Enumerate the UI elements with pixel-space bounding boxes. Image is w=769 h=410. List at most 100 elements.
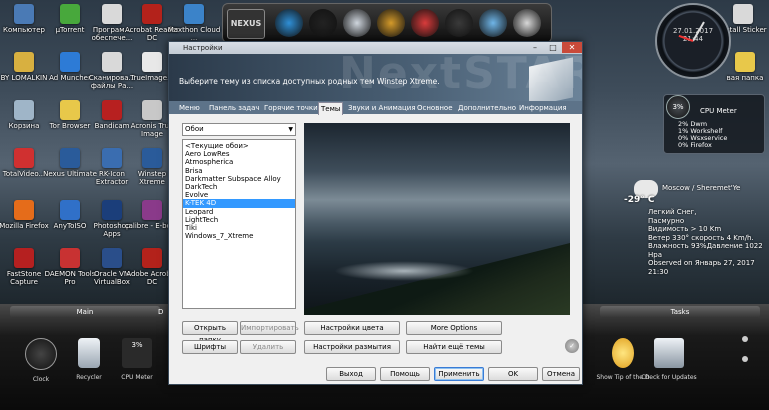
app-icon bbox=[142, 52, 162, 72]
exit-button[interactable]: Выход bbox=[326, 367, 376, 381]
dock-item-check-updates[interactable]: Check for Updates bbox=[640, 338, 698, 381]
apply-button[interactable]: Применить bbox=[434, 367, 484, 381]
app-icon bbox=[60, 4, 80, 24]
weather-line: Пасмурно bbox=[648, 216, 685, 225]
dock-tab-d[interactable]: D bbox=[158, 306, 163, 318]
dock-tab-main[interactable]: Main bbox=[10, 306, 160, 318]
more-options-button[interactable]: More Options bbox=[406, 321, 502, 335]
dock-scroll-dot[interactable] bbox=[742, 356, 748, 362]
maximize-button[interactable]: □ bbox=[544, 42, 562, 53]
theme-list-item[interactable]: Windows_7_Xtreme bbox=[183, 232, 295, 240]
tab-sounds-animation[interactable]: Звуки и Анимация bbox=[346, 102, 418, 114]
chevron-down-icon: ▼ bbox=[288, 126, 293, 133]
fonts-button[interactable]: Шрифты bbox=[182, 340, 238, 354]
tab-menu[interactable]: Меню bbox=[177, 102, 202, 114]
import-button[interactable]: Импортировать bbox=[240, 321, 299, 335]
app-icon bbox=[14, 148, 34, 168]
theme-list-item[interactable]: K-TEK 4D bbox=[183, 199, 295, 208]
desktop-icon-label: TotalVideo... bbox=[2, 170, 46, 178]
weather-temp: -29° C bbox=[624, 195, 655, 205]
theme-list-item[interactable]: Darkmatter Subspace Alloy bbox=[183, 175, 295, 183]
theme-list-item[interactable]: Leopard bbox=[183, 208, 295, 216]
app-icon bbox=[60, 100, 80, 120]
desktop-icon[interactable]: Maxthon Cloud ... bbox=[166, 4, 222, 42]
desktop-icon-label: Корзина bbox=[8, 122, 40, 130]
delete-button[interactable]: Удалить bbox=[240, 340, 296, 354]
weather-details: Легкий Снег, Пасмурно Видимость > 10 Km … bbox=[648, 208, 764, 276]
desktop-icon-label: Maxthon Cloud ... bbox=[167, 26, 221, 42]
close-button[interactable]: ✕ bbox=[562, 42, 582, 53]
theme-list[interactable]: <Текущие обои> Aero LowRes Atmospherica Bri… bbox=[182, 139, 296, 309]
lightbulb-icon bbox=[612, 338, 634, 368]
gear-dock-icon[interactable] bbox=[377, 9, 405, 37]
dock-tab-tasks[interactable]: Tasks bbox=[600, 306, 760, 318]
ok-button[interactable]: OK bbox=[488, 367, 538, 381]
app-icon bbox=[102, 148, 122, 168]
install-sticker-icon bbox=[733, 4, 753, 24]
color-settings-button[interactable]: Настройки цвета bbox=[304, 321, 400, 335]
theme-list-item[interactable]: Evolve bbox=[183, 191, 295, 199]
clock-widget[interactable]: 27.01.2017 21:44 bbox=[655, 3, 731, 79]
open-folder-button[interactable]: Открыть папку bbox=[182, 321, 238, 344]
dock-item-cpu-meter[interactable]: 3% CPU Meter bbox=[108, 338, 166, 381]
desktop-icon-label: BY LOMALKIN bbox=[0, 74, 48, 82]
tab-hot-corners[interactable]: Горячие точки bbox=[262, 102, 320, 114]
tab-info[interactable]: Информация bbox=[517, 102, 569, 114]
app-icon bbox=[102, 4, 122, 24]
theme-list-item[interactable]: Atmospherica bbox=[183, 158, 295, 166]
app-icon bbox=[184, 4, 204, 24]
app-icon bbox=[60, 148, 80, 168]
camera-dock-icon[interactable] bbox=[445, 9, 473, 37]
weather-location: Moscow / Sheremet'Ye bbox=[662, 184, 741, 192]
desktop-icon-label: Компьютер bbox=[3, 26, 45, 34]
tab-advanced[interactable]: Дополнительно bbox=[456, 102, 518, 114]
theme-list-item[interactable]: LightTech bbox=[183, 216, 295, 224]
app-icon bbox=[60, 248, 80, 268]
clock-icon bbox=[25, 338, 57, 370]
mail-dock-icon[interactable] bbox=[411, 9, 439, 37]
theme-list-item[interactable]: Tiki bbox=[183, 224, 295, 232]
dock-scroll-dot[interactable] bbox=[742, 336, 748, 342]
cpu-process: 0% Firefox bbox=[678, 141, 712, 149]
recycle-bin-icon[interactable] bbox=[343, 9, 371, 37]
theme-list-item[interactable]: DarkTech bbox=[183, 183, 295, 191]
winstep-logo-icon bbox=[529, 57, 573, 107]
shutdown-icon[interactable] bbox=[513, 9, 541, 37]
app-icon bbox=[142, 248, 162, 268]
cpu-badge: 3% bbox=[666, 95, 690, 119]
app-icon bbox=[60, 200, 80, 220]
app-icon bbox=[14, 200, 34, 220]
app-icon bbox=[14, 4, 34, 24]
clock-dock-icon[interactable] bbox=[309, 9, 337, 37]
tab-general[interactable]: Основное bbox=[415, 102, 455, 114]
checkmark-icon[interactable]: ✓ bbox=[565, 339, 579, 353]
app-icon bbox=[142, 100, 162, 120]
desktop-icon-label: FastStone Capture bbox=[6, 270, 42, 286]
app-icon bbox=[142, 200, 162, 220]
vista-orb-icon[interactable] bbox=[479, 9, 507, 37]
minimize-button[interactable]: – bbox=[526, 42, 544, 53]
cancel-button[interactable]: Отмена bbox=[542, 367, 580, 381]
theme-list-item[interactable]: <Текущие обои> bbox=[183, 142, 295, 150]
settings-dialog: Настройки – □ ✕ NextSTART Выберите тему … bbox=[168, 41, 583, 385]
help-button[interactable]: Помощь bbox=[380, 367, 430, 381]
theme-list-item[interactable]: Brisa bbox=[183, 167, 295, 175]
tab-taskbar[interactable]: Панель задач bbox=[207, 102, 262, 114]
top-dock: NEXUS bbox=[222, 3, 552, 43]
weather-widget[interactable]: Moscow / Sheremet'Ye -29° C Легкий Снег,… bbox=[618, 178, 764, 284]
dialog-banner: NextSTART Выберите тему из списка доступ… bbox=[169, 54, 582, 108]
tab-bar: Меню Панель задач Горячие точки Темы Зву… bbox=[169, 101, 582, 115]
blur-settings-button[interactable]: Настройки размытия bbox=[304, 340, 400, 354]
weather-line: Observed on Январь 27, 2017 21:30 bbox=[648, 259, 755, 276]
theme-list-item[interactable]: Aero LowRes bbox=[183, 150, 295, 158]
nexus-logo-icon[interactable]: NEXUS bbox=[227, 9, 265, 39]
find-more-themes-button[interactable]: Найти ещё темы bbox=[406, 340, 502, 354]
app-icon bbox=[14, 52, 34, 72]
theme-type-dropdown[interactable]: Обои ▼ bbox=[182, 123, 296, 136]
windows-logo-icon[interactable] bbox=[275, 9, 303, 37]
tab-themes[interactable]: Темы bbox=[318, 102, 344, 115]
dialog-titlebar[interactable]: Настройки – □ ✕ bbox=[169, 42, 582, 54]
desktop-icon-new-folder[interactable]: вая папка bbox=[722, 52, 768, 82]
app-icon bbox=[102, 52, 122, 72]
app-icon bbox=[142, 4, 162, 24]
